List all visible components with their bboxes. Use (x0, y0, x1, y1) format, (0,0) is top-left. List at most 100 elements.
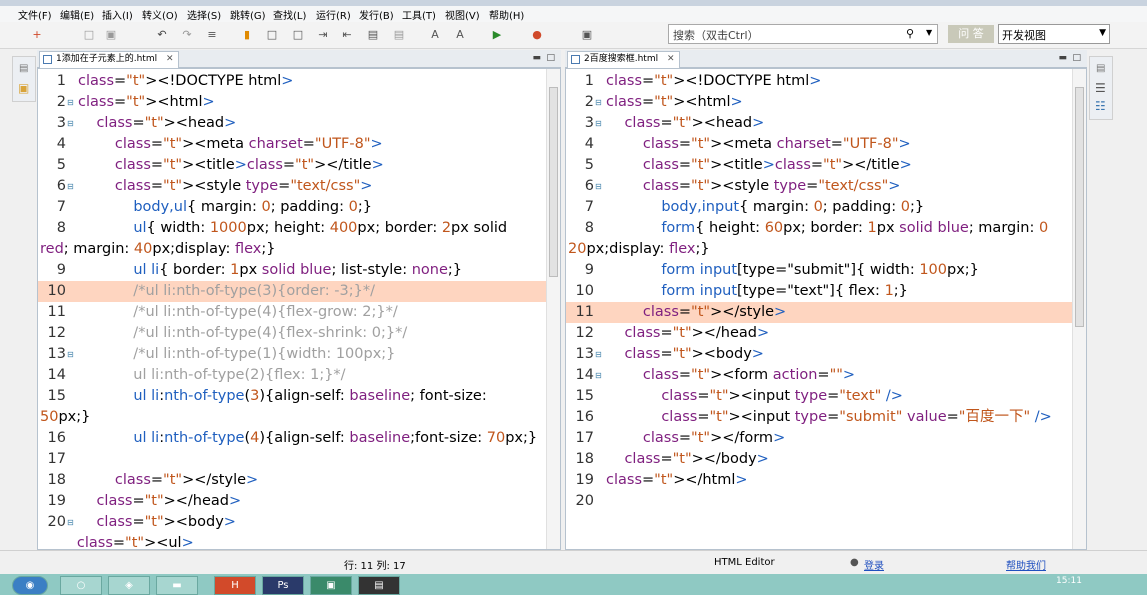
code-line[interactable]: 9 ul li{ border: 1px solid blue; list-st… (38, 260, 546, 281)
code-line[interactable]: 7 body,input{ margin: 0; padding: 0;} (566, 197, 1072, 218)
help-link[interactable]: 帮助我们 (1006, 557, 1046, 572)
code-line[interactable]: 7 body,ul{ margin: 0; padding: 0;} (38, 197, 546, 218)
font-increase-icon[interactable]: A (428, 28, 442, 42)
view-select[interactable]: 开发视图 ▼ (998, 24, 1110, 44)
fold-toggle-icon[interactable]: ⊟ (67, 512, 74, 533)
code-line[interactable]: 4 class="t"><meta charset="UTF-8"> (566, 134, 1072, 155)
code-line[interactable]: 17 class="t"></form> (566, 428, 1072, 449)
ask-button[interactable]: 问 答 (948, 25, 994, 43)
menu-item[interactable]: 编辑(E) (60, 7, 94, 22)
code-line[interactable]: 5 class="t"><title>class="t"></title> (566, 155, 1072, 176)
search-icon[interactable]: ⚲ (906, 27, 914, 40)
login-link[interactable]: 登录 (864, 557, 884, 572)
tab-left-file[interactable]: 1添加在子元素上的.html ✕ (39, 51, 179, 68)
code-line[interactable]: 10 form input[type="text"]{ flex: 1;} (566, 281, 1072, 302)
menu-item[interactable]: 查找(L) (273, 7, 306, 22)
code-line[interactable]: 1 class="t"><!DOCTYPE html> (38, 71, 546, 92)
menu-item[interactable]: 插入(I) (102, 7, 133, 22)
fold-toggle-icon[interactable]: ⊟ (595, 92, 602, 113)
save-icon[interactable]: □ (82, 28, 96, 42)
menu-item[interactable]: 转义(O) (142, 7, 178, 22)
code-line[interactable]: 9 form input[type="submit"]{ width: 100p… (566, 260, 1072, 281)
wrap-icon[interactable]: ▤ (392, 28, 406, 42)
code-line[interactable]: 20 ⊟ class="t"><body> (38, 512, 546, 533)
code-line[interactable]: 2 ⊟ class="t"><html> (38, 92, 546, 113)
outline-icon[interactable]: ☰ (1095, 81, 1106, 95)
code-line[interactable]: 13 ⊟ /*ul li:nth-of-type(1){width: 100px;… (38, 344, 546, 365)
code-line[interactable]: 19 class="t"></html> (566, 470, 1072, 491)
code-line[interactable]: 4 class="t"><meta charset="UTF-8"> (38, 134, 546, 155)
code-line[interactable]: 6 ⊟ class="t"><style type="text/css"> (566, 176, 1072, 197)
fold-toggle-icon[interactable]: ⊟ (67, 113, 74, 134)
structure-icon[interactable]: ☷ (1095, 99, 1106, 113)
font-decrease-icon[interactable]: A (453, 28, 467, 42)
export-icon[interactable]: □ (291, 28, 305, 42)
code-line[interactable]: 8 ul{ width: 1000px; height: 400px; bord… (38, 218, 546, 239)
fold-toggle-icon[interactable]: ⊟ (595, 365, 602, 386)
menu-item[interactable]: 运行(R) (316, 7, 351, 22)
app-icon[interactable]: ◈ (108, 576, 150, 595)
code-line[interactable]: 12 class="t"></head> (566, 323, 1072, 344)
chevron-down-icon[interactable]: ▼ (926, 28, 932, 37)
code-line[interactable]: 3 ⊟ class="t"><head> (38, 113, 546, 134)
code-line[interactable]: 1 class="t"><!DOCTYPE html> (566, 71, 1072, 92)
code-line[interactable]: 16 class="t"><input type="submit" value=… (566, 407, 1072, 428)
code-line[interactable]: 14 ul li:nth-of-type(2){flex: 1;}*/ (38, 365, 546, 386)
code-line[interactable]: 2 ⊟ class="t"><html> (566, 92, 1072, 113)
format-icon[interactable]: ≡ (205, 28, 219, 42)
new-tab-icon[interactable]: □ (265, 28, 279, 42)
start-button[interactable]: ◉ (12, 576, 48, 595)
fold-toggle-icon[interactable]: ⊟ (67, 92, 74, 113)
close-icon[interactable]: ✕ (166, 54, 174, 64)
right-vertical-scrollbar[interactable] (1072, 69, 1086, 549)
code-line[interactable]: red; margin: 40px;display: flex;} (38, 239, 546, 260)
code-line[interactable]: 17 (38, 449, 546, 470)
code-line[interactable]: 14 ⊟ class="t"><form action=""> (566, 365, 1072, 386)
close-icon[interactable]: ✕ (667, 54, 675, 64)
new-file-icon[interactable]: + (30, 28, 44, 42)
code-line[interactable]: 20px;display: flex;} (566, 239, 1072, 260)
minimize-icon[interactable]: ▬ (532, 53, 541, 63)
fold-toggle-icon[interactable]: ⊟ (67, 176, 74, 197)
video-icon[interactable]: ▤ (358, 576, 400, 595)
code-line[interactable]: 3 ⊟ class="t"><head> (566, 113, 1072, 134)
menu-item[interactable]: 跳转(G) (230, 7, 266, 22)
maximize-icon[interactable]: □ (546, 53, 555, 63)
code-line[interactable]: 15 class="t"><input type="text" /> (566, 386, 1072, 407)
minimize-icon[interactable]: ▬ (1058, 53, 1067, 63)
fold-toggle-icon[interactable]: ⊟ (595, 113, 602, 134)
preview-icon[interactable]: ▣ (580, 28, 594, 42)
photoshop-icon[interactable]: Ps (262, 576, 304, 595)
undo-icon[interactable]: ↶ (155, 28, 169, 42)
run-icon[interactable]: ▶ (490, 28, 504, 42)
scroll-thumb[interactable] (549, 87, 558, 277)
code-line[interactable]: 13 ⊟ class="t"><body> (566, 344, 1072, 365)
pin-icon[interactable]: ▤ (19, 63, 28, 74)
scroll-thumb[interactable] (1075, 87, 1084, 327)
menu-item[interactable]: 选择(S) (187, 7, 221, 22)
menu-item[interactable]: 视图(V) (445, 7, 480, 22)
code-line[interactable]: 16 ul li:nth-of-type(4){align-self: base… (38, 428, 546, 449)
comment-icon[interactable]: ▤ (366, 28, 380, 42)
left-code-editor[interactable]: class="t"><ul> 20 ⊟ class="t"><body> 19 cla… (37, 68, 561, 550)
menu-item[interactable]: 发行(B) (359, 7, 394, 22)
redo-icon[interactable]: ↷ (180, 28, 194, 42)
fold-toggle-icon[interactable]: ⊟ (595, 176, 602, 197)
folder-icon[interactable]: ▣ (18, 81, 29, 95)
menu-item[interactable]: 帮助(H) (489, 7, 524, 22)
hbuilder-icon[interactable]: H (214, 576, 256, 595)
code-line[interactable]: 18 class="t"></body> (566, 449, 1072, 470)
save-all-icon[interactable]: ▣ (104, 28, 118, 42)
left-vertical-scrollbar[interactable] (546, 69, 560, 549)
code-line[interactable]: 8 form{ height: 60px; border: 1px solid … (566, 218, 1072, 239)
tab-right-file[interactable]: 2百度搜索框.html ✕ (567, 51, 680, 68)
menu-item[interactable]: 文件(F) (18, 7, 52, 22)
pin-icon[interactable]: ▤ (1096, 63, 1105, 74)
outdent-icon[interactable]: ⇤ (340, 28, 354, 42)
right-code-editor[interactable]: 20 19 class="t"></html> 18 class="t"></body… (565, 68, 1087, 550)
chrome-icon[interactable]: ○ (60, 576, 102, 595)
code-line[interactable]: 12 /*ul li:nth-of-type(4){flex-shrink: 0… (38, 323, 546, 344)
code-line[interactable]: 6 ⊟ class="t"><style type="text/css"> (38, 176, 546, 197)
code-line[interactable]: 5 class="t"><title>class="t"></title> (38, 155, 546, 176)
code-line[interactable]: 11 class="t"></style> (566, 302, 1072, 323)
